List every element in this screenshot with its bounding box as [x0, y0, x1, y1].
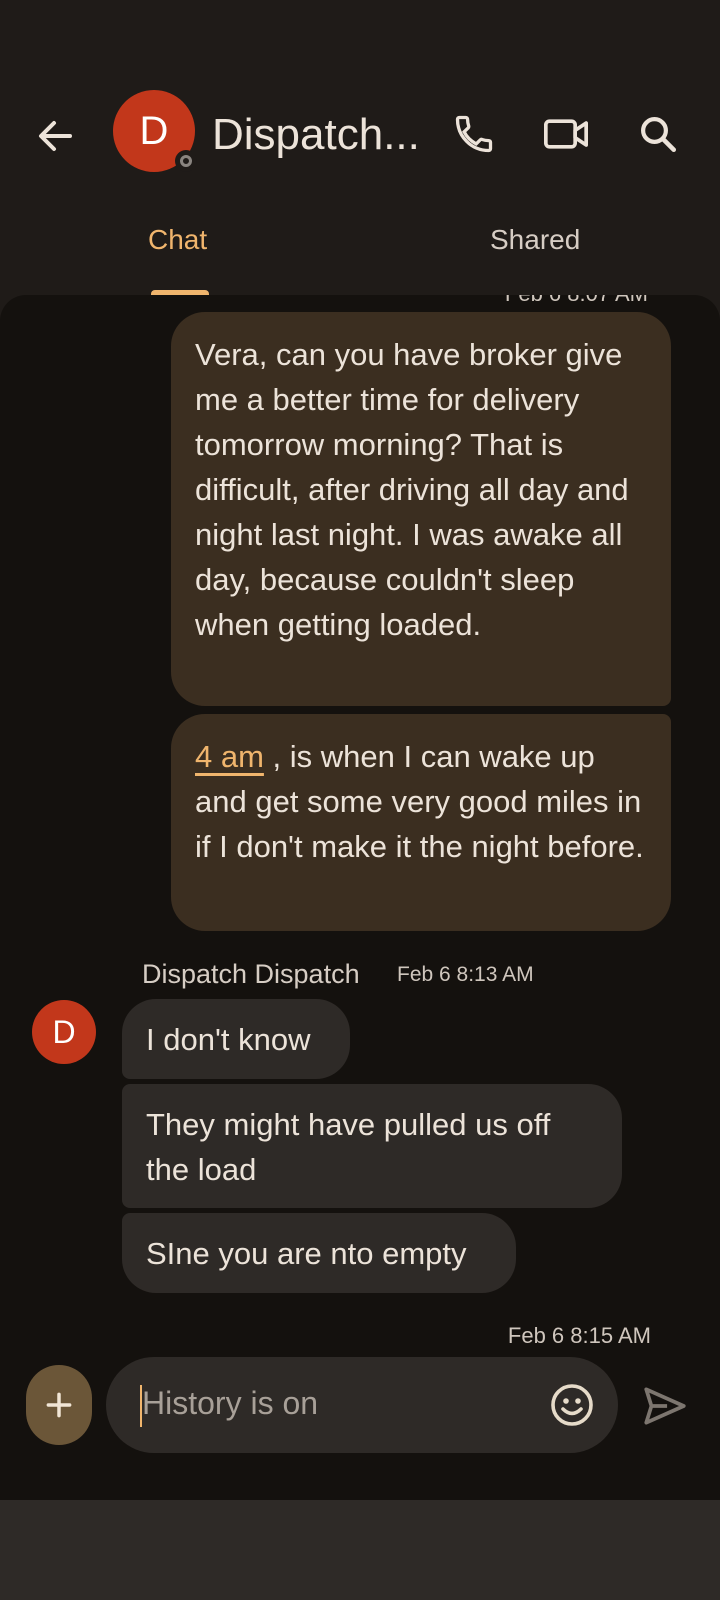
outgoing-message[interactable]: 4 am , is when I can wake up and get som…	[171, 714, 671, 931]
call-button[interactable]	[448, 108, 500, 160]
message-list[interactable]: Feb 6 8:07 AM Vera, can you have broker …	[0, 295, 720, 1500]
conversation-title[interactable]: Dispatch...	[212, 110, 420, 160]
contact-avatar[interactable]: D	[113, 90, 197, 172]
outgoing-message[interactable]: Vera, can you have broker give me a bett…	[171, 312, 671, 706]
add-attachment-button[interactable]	[26, 1365, 92, 1445]
incoming-message[interactable]: SIne you are nto empty	[122, 1213, 516, 1293]
system-navigation-bar	[0, 1500, 720, 1600]
status-indicator	[175, 150, 197, 172]
message-timestamp: Feb 6 8:07 AM	[505, 295, 648, 307]
video-camera-icon	[544, 119, 588, 149]
avatar-letter: D	[139, 108, 169, 153]
message-timestamp: Feb 6 8:15 AM	[507, 1323, 651, 1348]
message-text: SIne you are nto empty	[146, 1236, 467, 1271]
tab-shared[interactable]: Shared	[490, 224, 580, 256]
back-button[interactable]	[30, 112, 78, 160]
top-app-bar: D Dispatch...	[0, 90, 720, 180]
avatar-letter: D	[52, 1013, 76, 1050]
sender-timestamp: Feb 6 8:13 AM	[397, 963, 534, 986]
message-text: I don't know	[146, 1022, 311, 1057]
tab-chat[interactable]: Chat	[148, 224, 207, 256]
back-arrow-icon	[39, 121, 72, 151]
incoming-message[interactable]: I don't know	[122, 999, 350, 1079]
message-text: They might have pulled us off the load	[146, 1107, 551, 1187]
sender-avatar[interactable]: D	[32, 1000, 96, 1064]
plus-icon	[46, 1392, 72, 1418]
search-icon	[641, 117, 677, 153]
chat-screen: D Dispatch... Chat Shared Feb 6 8:0	[0, 0, 720, 1600]
message-input[interactable]: History is on	[106, 1357, 618, 1453]
phone-icon	[455, 115, 493, 153]
incoming-message[interactable]: They might have pulled us off the load	[122, 1084, 622, 1208]
message-text: Vera, can you have broker give me a bett…	[195, 337, 629, 642]
send-icon	[644, 1387, 686, 1425]
video-call-button[interactable]	[540, 108, 592, 160]
tab-bar: Chat Shared	[0, 222, 720, 298]
emoji-button[interactable]	[548, 1381, 596, 1429]
emoji-icon	[551, 1384, 593, 1426]
sender-name: Dispatch Dispatch	[142, 959, 360, 989]
send-button[interactable]	[640, 1381, 690, 1431]
search-button[interactable]	[632, 108, 684, 160]
input-placeholder: History is on	[142, 1385, 319, 1421]
time-link[interactable]: 4 am	[195, 739, 264, 774]
